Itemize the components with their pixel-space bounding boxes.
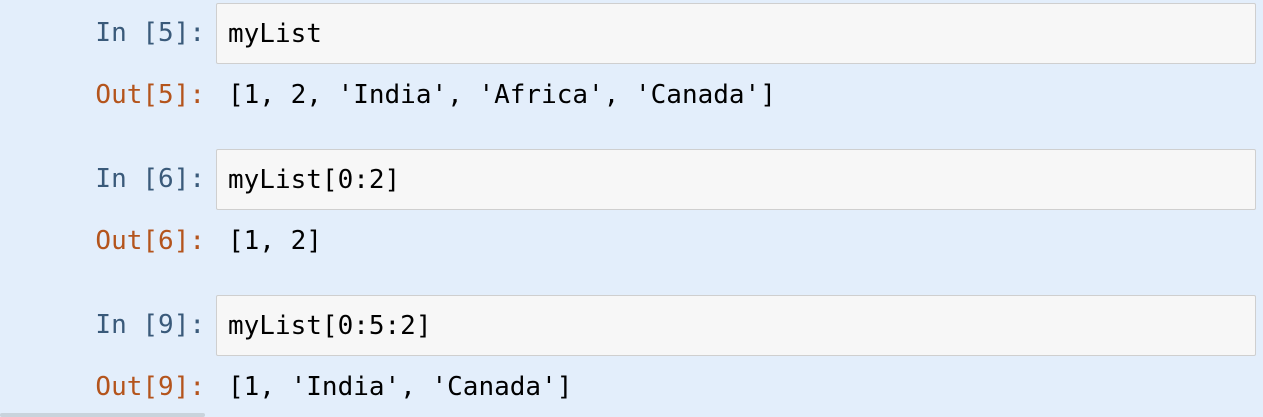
- code-input-area[interactable]: myList[0:5:2]: [216, 295, 1256, 356]
- input-prompt: In [6]:: [95, 164, 205, 194]
- code-text[interactable]: myList[0:5:2]: [228, 311, 432, 341]
- horizontal-scrollbar[interactable]: [0, 413, 205, 417]
- code-input-area[interactable]: myList: [216, 3, 1256, 64]
- code-text[interactable]: myList[0:2]: [228, 165, 400, 195]
- output-text: [1, 2]: [228, 226, 322, 256]
- output-prompt: Out[9]:: [95, 372, 205, 402]
- code-text[interactable]: myList: [228, 19, 322, 49]
- code-input-area[interactable]: myList[0:2]: [216, 149, 1256, 210]
- input-prompt: In [9]:: [95, 310, 205, 340]
- output-prompt: Out[6]:: [95, 226, 205, 256]
- input-prompt: In [5]:: [95, 18, 205, 48]
- output-text: [1, 2, 'India', 'Africa', 'Canada']: [228, 80, 776, 110]
- output-text: [1, 'India', 'Canada']: [228, 372, 573, 402]
- output-prompt: Out[5]:: [95, 80, 205, 110]
